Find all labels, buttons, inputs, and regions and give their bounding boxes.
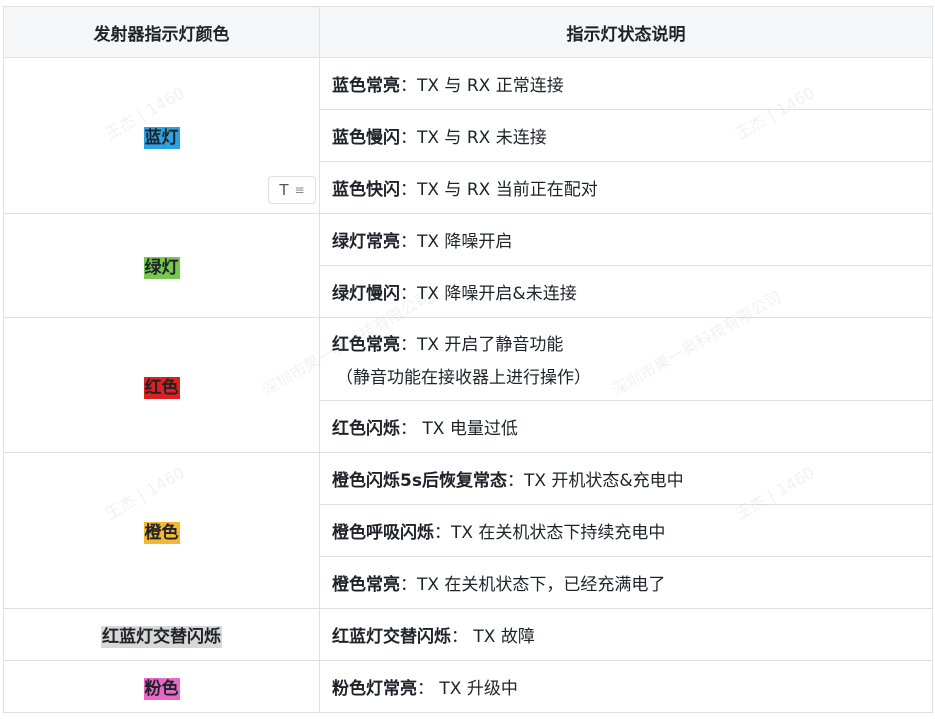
color-label-redblue: 红蓝灯交替闪烁 <box>101 626 222 648</box>
desc-text: TX 在关机状态下持续充电中 <box>451 523 666 543</box>
color-cell-redblue[interactable]: 红蓝灯交替闪烁 <box>3 608 320 661</box>
desc-text: TX 与 RX 未连接 <box>417 128 547 148</box>
text-format-button[interactable]: T ≡ <box>268 176 316 204</box>
desc-key: 绿灯常亮 <box>332 232 400 252</box>
desc-cell[interactable]: 橙色常亮：TX 在关机状态下，已经充满电了 <box>319 556 933 609</box>
desc-sep: ： <box>506 471 524 491</box>
desc-cell[interactable]: 红蓝灯交替闪烁： TX 故障 <box>319 608 933 661</box>
table-header-row: 发射器指示灯颜色 指示灯状态说明 <box>3 6 933 58</box>
desc-key: 粉色灯常亮 <box>332 679 417 699</box>
desc-key: 红色常亮 <box>332 335 400 355</box>
color-label-orange: 橙色 <box>143 522 180 544</box>
desc-text: TX 降噪开启 <box>417 232 513 252</box>
desc-key: 橙色呼吸闪烁 <box>332 523 434 543</box>
desc-text: TX 在关机状态下，已经充满电了 <box>417 575 666 595</box>
desc-key: 蓝色慢闪 <box>332 128 400 148</box>
desc-sep: ： <box>400 419 417 439</box>
desc-key: 橙色闪烁5s后恢复常态 <box>332 471 507 491</box>
header-description: 指示灯状态说明 <box>319 6 933 58</box>
table-row: 粉色 粉色灯常亮： TX 升级中 <box>3 660 933 713</box>
desc-text: TX 电量过低 <box>417 419 518 439</box>
text-style-icon: T <box>279 181 289 199</box>
desc-key: 蓝色常亮 <box>332 76 400 96</box>
desc-sep: ： <box>417 679 434 699</box>
desc-text: TX 与 RX 正常连接 <box>417 76 564 96</box>
desc-cell[interactable]: 蓝色常亮：TX 与 RX 正常连接 <box>319 57 933 110</box>
desc-sep: ： <box>400 76 417 96</box>
color-label-red: 红色 <box>143 376 180 399</box>
color-label-pink: 粉色 <box>143 678 180 700</box>
desc-sep: ： <box>400 128 417 148</box>
color-label-green: 绿灯 <box>143 257 180 279</box>
desc-sep: ： <box>451 627 468 647</box>
desc-key: 红色闪烁 <box>332 419 400 439</box>
desc-key: 绿灯慢闪 <box>332 284 400 304</box>
desc-key: 蓝色快闪 <box>332 180 400 200</box>
desc-text: TX 开机状态&充电中 <box>523 471 684 491</box>
color-cell-orange[interactable]: 橙色 <box>3 452 320 609</box>
desc-text: TX 与 RX 当前正在配对 <box>417 180 598 200</box>
color-cell-red[interactable]: 红色 <box>3 317 320 453</box>
color-cell-green[interactable]: 绿灯 <box>3 213 320 318</box>
color-cell-pink[interactable]: 粉色 <box>3 660 320 713</box>
desc-key: 橙色常亮 <box>332 575 400 595</box>
desc-sep: ： <box>400 232 417 252</box>
table-row: 蓝灯 蓝色常亮：TX 与 RX 正常连接 <box>3 57 933 214</box>
desc-cell[interactable]: 橙色呼吸闪烁：TX 在关机状态下持续充电中 <box>319 504 933 557</box>
table-row: 橙色 橙色闪烁5s后恢复常态：TX 开机状态&充电中 <box>3 452 933 609</box>
desc-sep: ： <box>434 523 451 543</box>
desc-cell[interactable]: 蓝色快闪：TX 与 RX 当前正在配对 <box>319 161 933 214</box>
desc-sep: ： <box>400 575 417 595</box>
table-row: 绿灯 绿灯常亮：TX 降噪开启 <box>3 213 933 318</box>
color-label-blue: 蓝灯 <box>143 127 180 149</box>
desc-text: TX 开启了静音功能 <box>417 335 564 355</box>
indicator-table: 发射器指示灯颜色 指示灯状态说明 蓝灯 蓝色常亮：TX 与 RX 正常连接 蓝色… <box>3 6 933 713</box>
desc-text: TX 故障 <box>468 627 535 647</box>
desc-cell[interactable]: 绿灯常亮：TX 降噪开启 <box>319 213 933 266</box>
header-color: 发射器指示灯颜色 <box>3 6 320 58</box>
desc-line2: （静音功能在接收器上进行操作） <box>336 368 591 388</box>
desc-cell[interactable]: 橙色闪烁5s后恢复常态：TX 开机状态&充电中 <box>319 452 933 505</box>
desc-cell[interactable]: 绿灯慢闪：TX 降噪开启&未连接 <box>319 265 933 318</box>
desc-sep: ： <box>400 284 417 304</box>
desc-cell[interactable]: 蓝色慢闪：TX 与 RX 未连接 <box>319 109 933 162</box>
desc-text: TX 降噪开启&未连接 <box>417 284 577 304</box>
desc-cell[interactable]: 红色闪烁： TX 电量过低 <box>319 400 933 453</box>
desc-cell[interactable]: 红色常亮：TX 开启了静音功能 （静音功能在接收器上进行操作） <box>319 317 933 401</box>
desc-key: 红蓝灯交替闪烁 <box>332 627 451 647</box>
table-row: 红色 红色常亮：TX 开启了静音功能 （静音功能在接收器上进行操作） <box>3 317 933 453</box>
menu-lines-icon: ≡ <box>294 183 305 197</box>
table-row: 红蓝灯交替闪烁 红蓝灯交替闪烁： TX 故障 <box>3 608 933 661</box>
desc-text: TX 升级中 <box>434 679 518 699</box>
desc-cell[interactable]: 粉色灯常亮： TX 升级中 <box>319 660 933 713</box>
desc-sep: ： <box>400 180 417 200</box>
desc-sep: ： <box>400 335 417 355</box>
